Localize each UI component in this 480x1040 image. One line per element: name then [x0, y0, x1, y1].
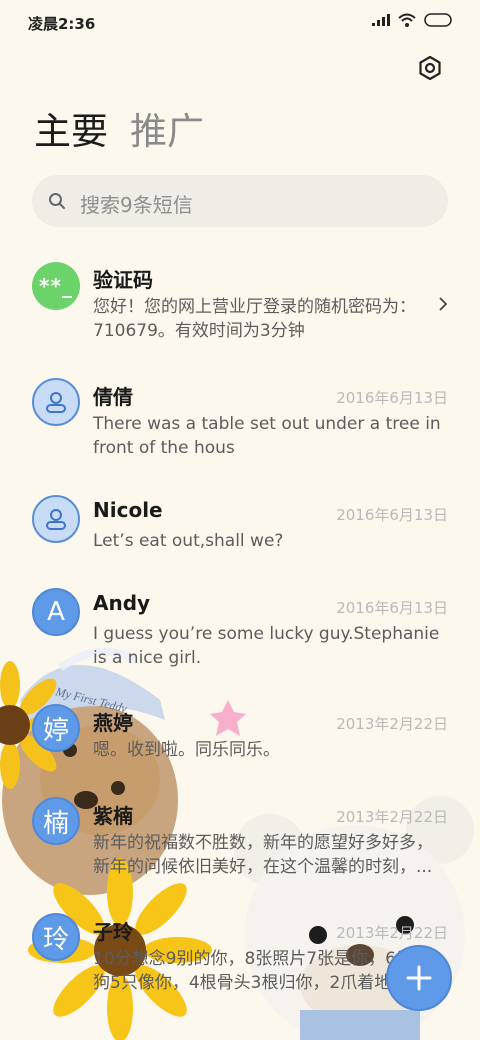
message-snippet: 您好！您的网上营业厅登录的随机密码为：710679。有效时间为3分钟 — [93, 297, 416, 341]
message-date: 2016年6月13日 — [336, 506, 448, 524]
message-date: 2016年6月13日 — [336, 599, 448, 617]
avatar — [32, 495, 80, 543]
person-icon — [46, 392, 66, 413]
new-message-button[interactable] — [386, 945, 452, 1011]
message-date: 2016年6月13日 — [336, 389, 448, 407]
plus-icon — [406, 965, 432, 991]
sender-name: 燕婷 — [93, 711, 133, 735]
sender-name: 验证码 — [93, 268, 153, 292]
sender-name: Andy — [93, 591, 151, 615]
sender-name: 紫楠 — [93, 804, 133, 828]
person-icon — [46, 509, 66, 530]
sender-name: Nicole — [93, 498, 163, 522]
avatar: A — [32, 588, 80, 636]
avatar: 婷 — [32, 704, 80, 752]
message-snippet: 嗯。收到啦。同乐同乐。 — [93, 740, 280, 760]
chevron-right-icon — [439, 297, 448, 311]
avatar: 楠 — [32, 797, 80, 845]
sender-name: 倩倩 — [93, 385, 133, 409]
message-snippet: There was a table set out under a tree i… — [93, 414, 441, 458]
message-date: 2013年2月22日 — [336, 715, 448, 733]
message-list: **_ 验证码 您好！您的网上营业厅登录的随机密码为：710679。有效时间为3… — [0, 0, 480, 1040]
message-snippet: Let’s eat out,shall we? — [93, 531, 284, 551]
avatar: 玲 — [32, 913, 80, 961]
message-snippet: 新年的祝福数不胜数，新年的愿望好多好多，新年的问候依旧美好，在这个温馨的时刻，.… — [93, 833, 433, 877]
sender-name: 子玲 — [93, 920, 133, 944]
message-date: 2013年2月22日 — [336, 924, 448, 942]
message-date: 2013年2月22日 — [336, 808, 448, 826]
message-snippet: I guess you’re some lucky guy.Stephanie … — [93, 624, 440, 668]
avatar-code: **_ — [32, 262, 80, 310]
avatar — [32, 378, 80, 426]
